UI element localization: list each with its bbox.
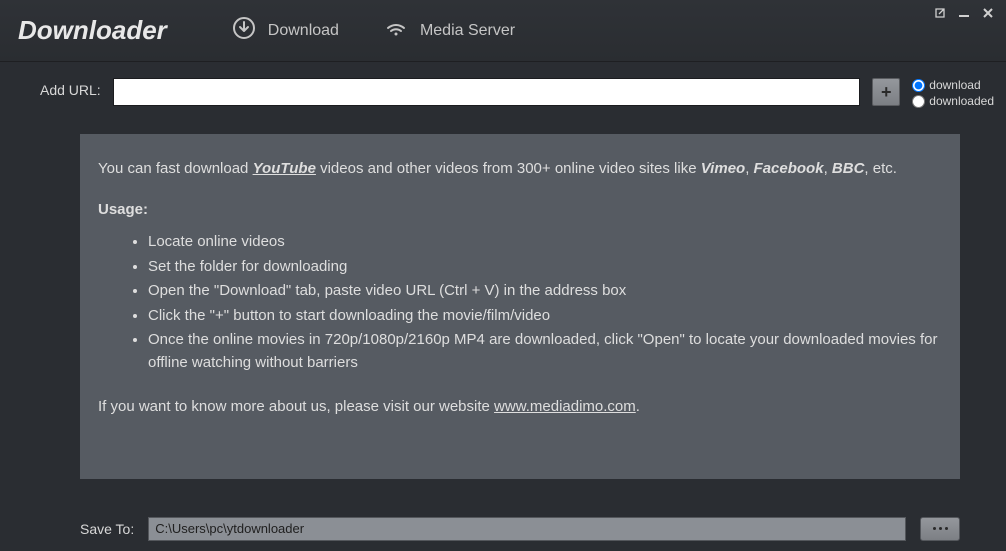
usage-list: Locate online videos Set the folder for …	[98, 231, 942, 374]
radio-downloaded-label: downloaded	[929, 94, 994, 108]
radio-download[interactable]: download	[912, 78, 994, 92]
youtube-link[interactable]: YouTube	[253, 160, 316, 177]
list-item: Set the folder for downloading	[148, 256, 942, 279]
ellipsis-icon	[933, 527, 936, 530]
popout-icon[interactable]	[934, 6, 946, 22]
save-bar: Save To:	[0, 507, 1006, 551]
tab-download[interactable]: Download	[232, 16, 339, 45]
info-panel: You can fast download YouTube videos and…	[80, 134, 960, 479]
add-url-label: Add URL:	[40, 78, 101, 98]
radio-download-input[interactable]	[912, 79, 925, 92]
tab-label: Download	[268, 22, 339, 40]
app-title: Downloader	[18, 15, 167, 46]
intro-text: You can fast download YouTube videos and…	[98, 158, 942, 181]
list-item: Once the online movies in 720p/1080p/216…	[148, 329, 942, 374]
download-circle-icon	[232, 16, 256, 45]
filter-radio-group: download downloaded	[912, 78, 994, 108]
window-controls	[934, 6, 994, 22]
site-vimeo: Vimeo	[701, 160, 745, 177]
usage-heading: Usage:	[98, 199, 942, 222]
list-item: Click the "+" button to start downloadin…	[148, 305, 942, 328]
website-link[interactable]: www.mediadimo.com	[494, 398, 636, 415]
tab-media-server[interactable]: Media Server	[384, 16, 515, 45]
radio-download-label: download	[929, 78, 980, 92]
add-url-button[interactable]: +	[872, 78, 900, 106]
browse-button[interactable]	[920, 517, 960, 541]
save-path-input[interactable]	[148, 517, 906, 541]
url-input[interactable]	[113, 78, 861, 106]
site-bbc: BBC	[832, 160, 865, 177]
minimize-icon[interactable]	[958, 6, 970, 22]
close-icon[interactable]	[982, 6, 994, 22]
plus-icon: +	[881, 82, 892, 103]
radio-downloaded[interactable]: downloaded	[912, 94, 994, 108]
list-item: Open the "Download" tab, paste video URL…	[148, 280, 942, 303]
tab-label: Media Server	[420, 22, 515, 40]
wifi-icon	[384, 16, 408, 45]
titlebar: Downloader Download Media Server	[0, 0, 1006, 62]
radio-downloaded-input[interactable]	[912, 95, 925, 108]
save-to-label: Save To:	[80, 521, 134, 537]
site-facebook: Facebook	[754, 160, 824, 177]
url-bar: Add URL: + download downloaded	[0, 62, 1006, 116]
list-item: Locate online videos	[148, 231, 942, 254]
more-info-text: If you want to know more about us, pleas…	[98, 396, 942, 419]
